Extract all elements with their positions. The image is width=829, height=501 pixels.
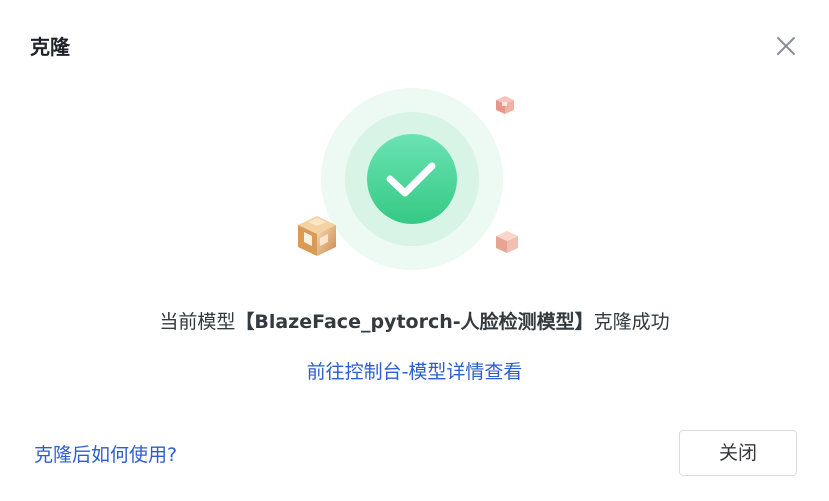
dialog-title: 克隆 bbox=[30, 35, 70, 59]
message-suffix: 克隆成功 bbox=[593, 311, 670, 333]
cube-icon-bottom-left bbox=[298, 216, 336, 256]
cube-icon-top-right bbox=[496, 96, 514, 114]
close-button[interactable]: 关闭 bbox=[679, 430, 797, 476]
go-to-console-link[interactable]: 前往控制台-模型详情查看 bbox=[0, 357, 829, 387]
message-prefix: 当前模型 bbox=[159, 311, 236, 333]
clone-success-dialog: 克隆 当前模型【BlazeFace_pytorch-人脸检测模型】克隆成功 前往… bbox=[0, 0, 829, 501]
close-icon[interactable] bbox=[772, 32, 800, 60]
check-circle-icon bbox=[367, 134, 457, 224]
success-message: 当前模型【BlazeFace_pytorch-人脸检测模型】克隆成功 bbox=[0, 306, 829, 338]
success-illustration bbox=[290, 86, 530, 276]
model-name: 【BlazeFace_pytorch-人脸检测模型】 bbox=[235, 311, 594, 333]
usage-help-link[interactable]: 克隆后如何使用? bbox=[34, 440, 177, 470]
cube-icon-bottom-right bbox=[496, 231, 518, 253]
